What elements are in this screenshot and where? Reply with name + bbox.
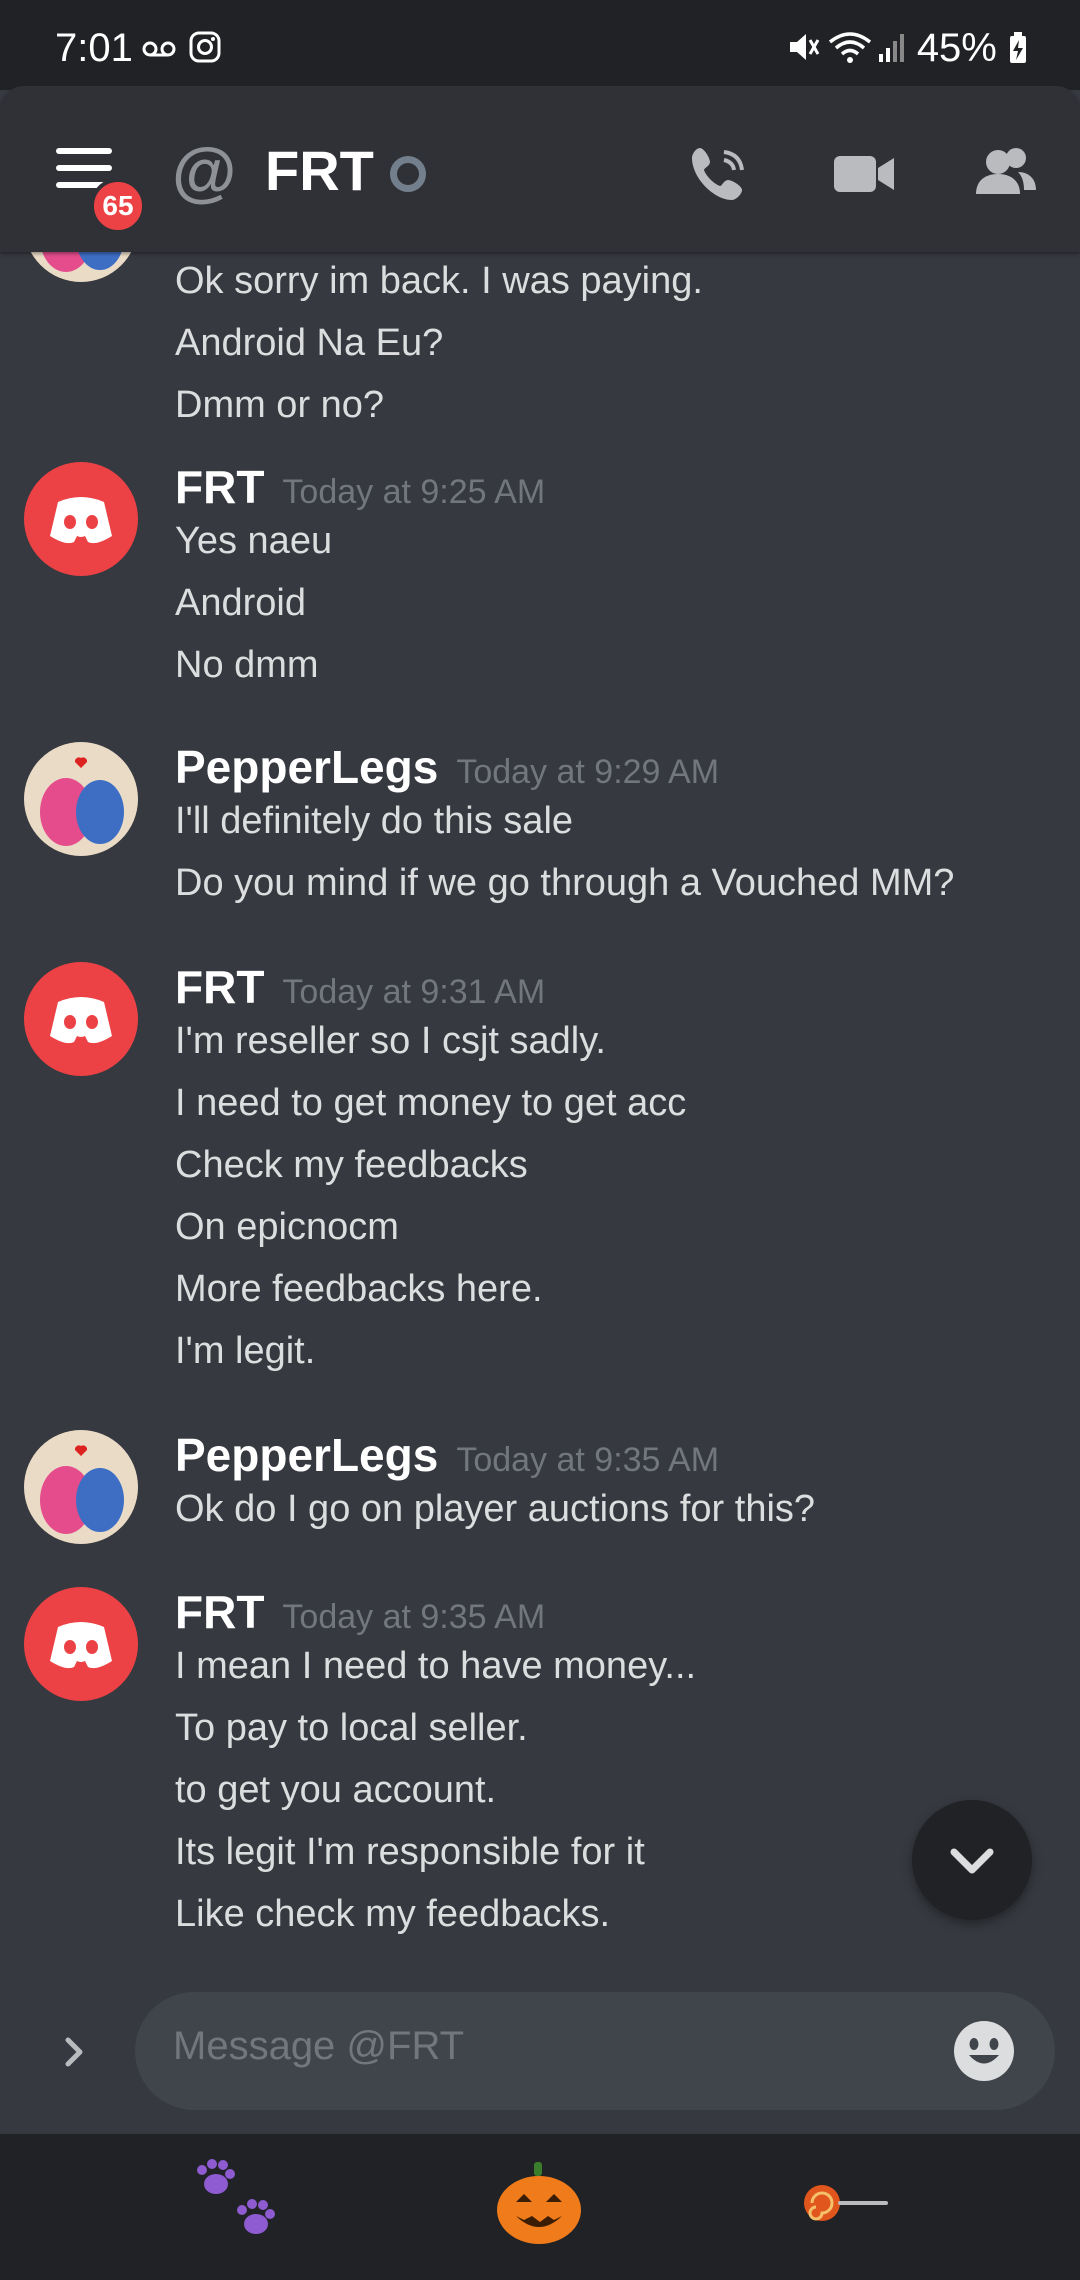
author-name[interactable]: PepperLegs — [175, 741, 438, 793]
battery-percent: 45% — [916, 26, 997, 70]
instagram-icon — [189, 31, 221, 63]
message-timestamp: Today at 9:35 AM — [282, 1598, 546, 1636]
message-line: To pay to local seller. — [175, 1707, 528, 1749]
avatar-frt[interactable] — [24, 962, 138, 1076]
message-line: to get you account. — [175, 1769, 497, 1811]
notification-badge: 65 — [90, 178, 146, 234]
nav-lollipop-button[interactable] — [800, 2158, 890, 2253]
discord-logo-icon — [50, 497, 112, 544]
signal-icon — [878, 34, 904, 62]
message-input-placeholder: Message @FRT — [173, 2024, 465, 2068]
members-icon — [976, 148, 1036, 194]
members-button[interactable] — [972, 142, 1038, 211]
discord-logo-icon — [50, 997, 112, 1044]
message-line: I mean I need to have money... — [175, 1645, 697, 1687]
avatar-pepperlegs[interactable] — [24, 1430, 138, 1544]
author-name[interactable]: PepperLegs — [175, 1429, 438, 1481]
message-line: Like check my feedbacks. — [175, 1893, 611, 1935]
author-name[interactable]: FRT — [175, 961, 264, 1013]
video-call-button[interactable] — [832, 142, 896, 211]
bottom-nav — [0, 2134, 1080, 2280]
message-timestamp: Today at 9:35 AM — [456, 1441, 720, 1479]
channel-header: 65 @ FRT — [0, 86, 1080, 252]
menu-icon — [56, 148, 112, 154]
lollipop-icon — [804, 2185, 888, 2221]
nav-pumpkin-button[interactable] — [494, 2158, 584, 2253]
message-line: Yes naeu — [175, 520, 333, 562]
avatar-frt[interactable] — [24, 1587, 138, 1701]
author-name[interactable]: FRT — [175, 1586, 264, 1638]
emoji-icon — [954, 2021, 1014, 2081]
avatar-pepperlegs[interactable] — [24, 742, 138, 856]
channel-title[interactable]: FRT — [265, 138, 374, 204]
message-timestamp: Today at 9:31 AM — [282, 973, 546, 1011]
message-line: I need to get money to get acc — [175, 1082, 687, 1124]
mute-icon — [790, 34, 820, 60]
video-call-icon — [834, 156, 894, 192]
nav-paws-button[interactable] — [190, 2158, 290, 2253]
chevron-down-icon — [950, 1848, 994, 1874]
status-offline-icon — [390, 156, 426, 192]
chevron-right-icon — [65, 2037, 83, 2067]
message-line: Dmm or no? — [175, 384, 385, 426]
at-icon: @ — [172, 134, 237, 208]
message-line: I'll definitely do this sale — [175, 800, 574, 842]
status-bar: 7:01 45% — [0, 0, 1080, 90]
message-input[interactable]: Message @FRT — [135, 1992, 1055, 2110]
avatar-pepperlegs[interactable] — [24, 252, 138, 282]
avatar-frt[interactable] — [24, 462, 138, 576]
paw-prints-icon — [197, 2159, 275, 2234]
message-line: More feedbacks here. — [175, 1268, 543, 1310]
voicemail-icon — [142, 41, 176, 57]
message-line: Its legit I'm responsible for it — [175, 1831, 645, 1873]
message-line: Check my feedbacks — [175, 1144, 528, 1186]
status-time: 7:01 — [55, 26, 133, 70]
message-line: Android — [175, 582, 306, 624]
expand-button[interactable] — [52, 2030, 96, 2079]
voice-call-icon — [692, 148, 744, 200]
voice-call-button[interactable] — [686, 142, 750, 211]
jack-o-lantern-icon — [497, 2162, 581, 2244]
message-line: Do you mind if we go through a Vouched M… — [175, 862, 955, 904]
discord-logo-icon — [50, 1622, 112, 1669]
message-line: Android Na Eu? — [175, 322, 444, 364]
author-name[interactable]: FRT — [175, 461, 264, 513]
message-timestamp: Today at 9:29 AM — [456, 753, 720, 791]
wifi-icon — [829, 32, 872, 63]
message-timestamp: Today at 9:25 AM — [282, 473, 546, 511]
message-line: No dmm — [175, 644, 319, 686]
jump-to-bottom-button[interactable] — [912, 1800, 1032, 1920]
message-line: On epicnocm — [175, 1206, 399, 1248]
message-line: Ok do I go on player auctions for this? — [175, 1488, 816, 1530]
message-list[interactable]: Ok sorry im back. I was paying. Android … — [0, 252, 1080, 1992]
message-line: Ok sorry im back. I was paying. — [175, 260, 703, 302]
battery-charging-icon — [1010, 32, 1026, 63]
message-composer: Message @FRT — [0, 1992, 1080, 2134]
message-line: I'm legit. — [175, 1330, 316, 1372]
emoji-button[interactable] — [953, 2020, 1015, 2087]
message-line: I'm reseller so I csjt sadly. — [175, 1020, 606, 1062]
